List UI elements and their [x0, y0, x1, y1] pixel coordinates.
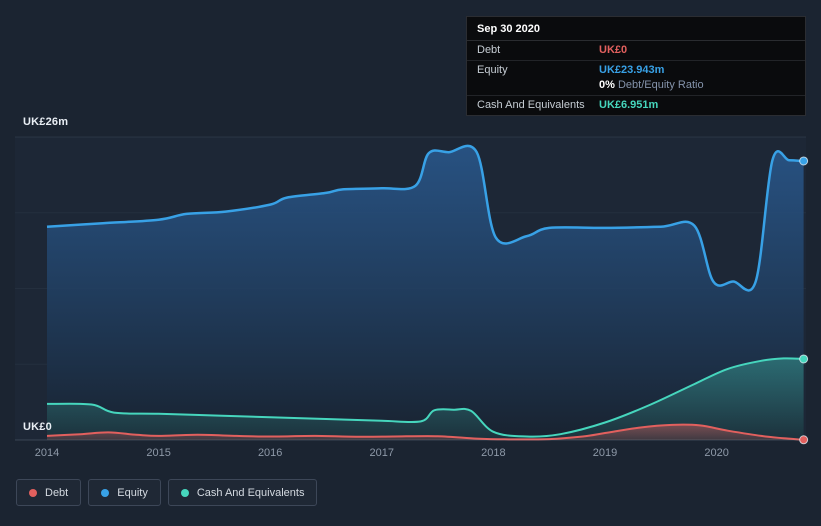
debt-series-dot-icon [29, 488, 37, 497]
legend-equity-label: Equity [117, 486, 148, 499]
tooltip-date: Sep 30 2020 [467, 17, 805, 41]
legend-cash-label: Cash And Equivalents [196, 486, 305, 499]
tooltip-debt-row: Debt UK£0 [467, 41, 805, 61]
debt-equity-history-page: { "chart_data": { "type": "area", "grid"… [0, 0, 821, 526]
legend-item-cash[interactable]: Cash And Equivalents [167, 479, 318, 506]
tooltip-equity-value: UK£23.943m [599, 64, 665, 76]
tooltip-debt-value: UK£0 [599, 44, 628, 56]
tooltip-equity-cell: UK£23.943m 0% Debt/Equity Ratio [599, 64, 704, 91]
tooltip-cash-value: UK£6.951m [599, 99, 659, 111]
tooltip-ratio-label: Debt/Equity Ratio [617, 79, 704, 91]
legend-item-equity[interactable]: Equity [88, 479, 161, 506]
chart-legend: Debt Equity Cash And Equivalents [16, 479, 318, 506]
x-tick-label: 2015 [146, 447, 171, 459]
cash-series-dot-icon [180, 488, 189, 497]
y-axis-min-label: UK£0 [23, 421, 52, 433]
tooltip-cash-label: Cash And Equivalents [477, 99, 585, 111]
tooltip-debt-label: Debt [477, 44, 501, 56]
x-tick-label: 2014 [34, 447, 60, 459]
x-tick-label: 2020 [704, 447, 729, 459]
tooltip-cash-row: Cash And Equivalents UK£6.951m [467, 96, 805, 115]
x-tick-label: 2019 [592, 447, 618, 459]
tooltip-equity-label: Equity [477, 64, 508, 76]
legend-item-debt[interactable]: Debt [16, 479, 82, 506]
legend-debt-label: Debt [45, 486, 69, 499]
tooltip-equity-row: Equity UK£23.943m 0% Debt/Equity Ratio [467, 61, 805, 96]
x-tick-label: 2016 [257, 447, 283, 459]
equity-series-dot-icon [101, 488, 110, 497]
tooltip-ratio-value: 0% [599, 79, 615, 91]
x-axis-labels: 2014 2015 2016 2017 2018 2019 2020 [0, 447, 821, 463]
chart-tooltip: Sep 30 2020 Debt UK£0 Equity UK£23.943m … [466, 16, 806, 116]
tooltip-ratio: 0% Debt/Equity Ratio [599, 79, 704, 91]
x-tick-label: 2018 [481, 447, 506, 459]
x-tick-label: 2017 [369, 447, 395, 459]
y-axis-max-label: UK£26m [23, 116, 69, 128]
